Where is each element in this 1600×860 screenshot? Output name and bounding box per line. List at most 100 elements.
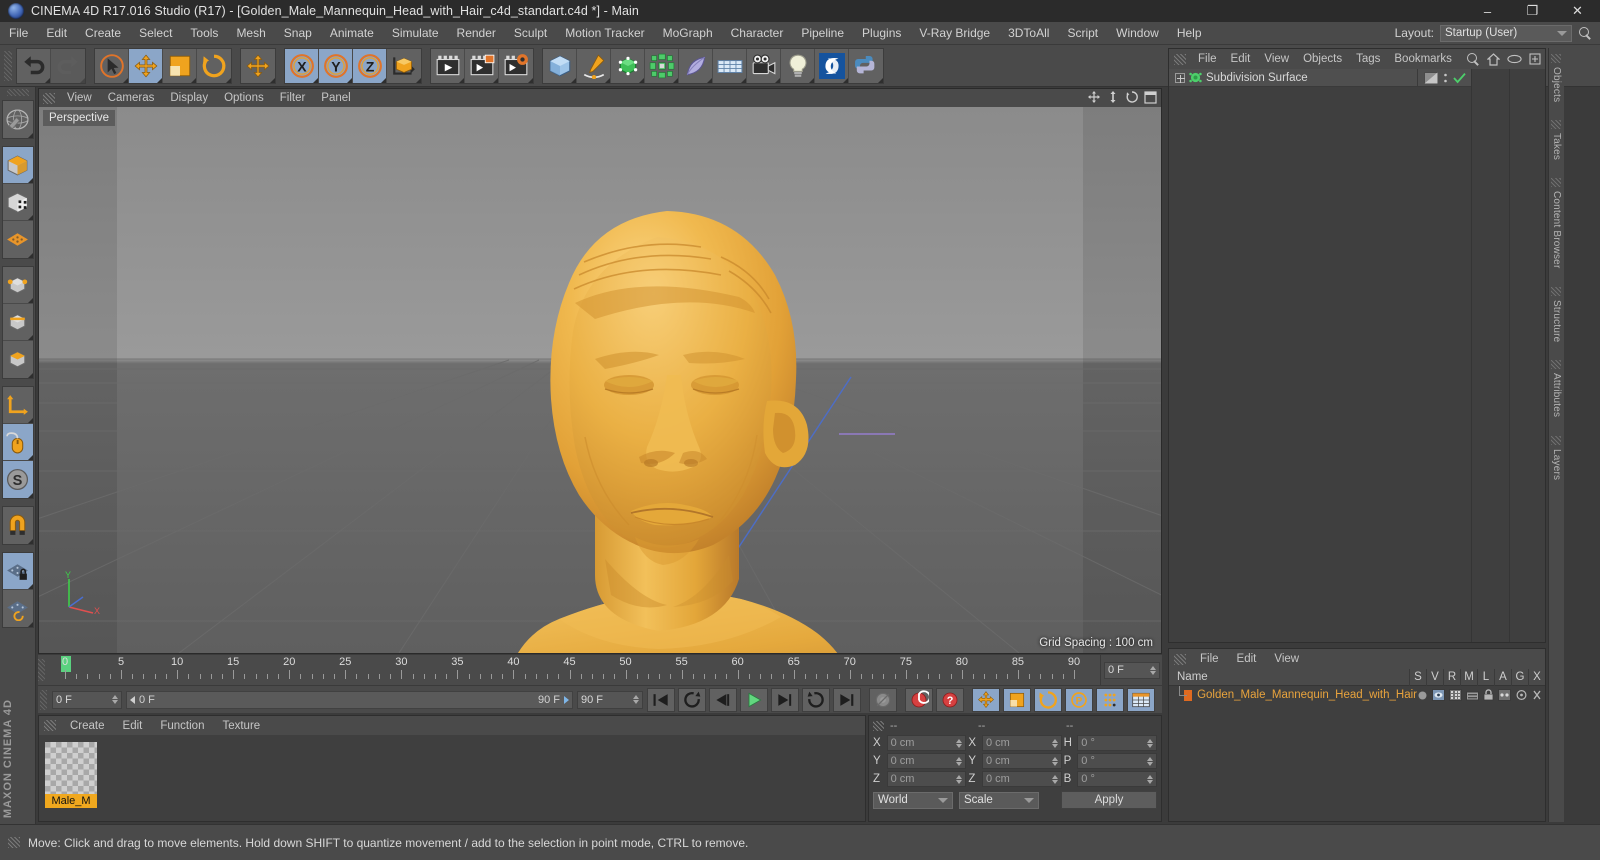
coordinate-value-field[interactable]: 0 cm xyxy=(886,753,967,769)
minimize-button[interactable]: – xyxy=(1465,0,1510,22)
lock-icon[interactable] xyxy=(1483,689,1494,701)
maximize-view-icon[interactable] xyxy=(1144,90,1157,104)
render-to-picture-viewer-button[interactable] xyxy=(465,48,499,83)
object-menu-edit[interactable]: Edit xyxy=(1224,53,1258,65)
coordinate-value-field[interactable]: 0 cm xyxy=(981,771,1062,787)
timeline-current-frame-field[interactable]: 0 F xyxy=(1104,661,1160,679)
dropdown-corner-icon[interactable] xyxy=(878,77,883,83)
column-header-s[interactable]: S xyxy=(1409,668,1426,686)
add-spline-button[interactable] xyxy=(577,48,611,83)
dock-tab-layers[interactable]: Layers xyxy=(1551,449,1562,480)
render-settings-button[interactable] xyxy=(499,48,533,83)
menu-mesh[interactable]: Mesh xyxy=(227,22,274,45)
coordinate-value-field[interactable]: 0 ° xyxy=(1077,771,1157,787)
timeline-toggle-button[interactable] xyxy=(1127,687,1155,712)
dropdown-corner-icon[interactable] xyxy=(809,77,814,83)
next-key-button[interactable] xyxy=(802,687,830,712)
select-tool[interactable] xyxy=(95,48,129,83)
coordinate-value-field[interactable]: 0 ° xyxy=(1077,753,1157,769)
menu-snap[interactable]: Snap xyxy=(275,22,321,45)
dropdown-corner-icon[interactable] xyxy=(605,77,610,83)
animation-icon[interactable] xyxy=(1498,689,1511,701)
edges-mode-button[interactable] xyxy=(2,304,33,341)
menu-plugins[interactable]: Plugins xyxy=(853,22,910,45)
layer-menu-file[interactable]: File xyxy=(1191,653,1228,665)
dock-tab-grip[interactable] xyxy=(1551,435,1561,445)
dropdown-corner-icon[interactable] xyxy=(123,77,128,83)
dropdown-corner-icon[interactable] xyxy=(27,215,33,220)
dropdown-corner-icon[interactable] xyxy=(191,77,196,83)
column-header-g[interactable]: G xyxy=(1511,668,1528,686)
dock-tab-grip[interactable] xyxy=(1551,360,1561,370)
add-light-button[interactable] xyxy=(781,48,815,83)
spinner-icon[interactable] xyxy=(1051,738,1058,748)
dock-tab-objects[interactable]: Objects xyxy=(1551,67,1562,102)
menu-script[interactable]: Script xyxy=(1058,22,1107,45)
dropdown-corner-icon[interactable] xyxy=(707,77,712,83)
menu-v-ray-bridge[interactable]: V-Ray Bridge xyxy=(910,22,999,45)
dock-tab-content-browser[interactable]: Content Browser xyxy=(1551,191,1562,268)
menu-character[interactable]: Character xyxy=(722,22,793,45)
dock-tab-grip[interactable] xyxy=(1551,120,1561,130)
add-bend-deformer-button[interactable] xyxy=(679,48,713,83)
spinner-icon[interactable] xyxy=(956,756,963,766)
rotate-view-icon[interactable] xyxy=(1125,90,1139,104)
menu-edit[interactable]: Edit xyxy=(37,22,76,45)
dropdown-corner-icon[interactable] xyxy=(27,493,33,498)
column-header-a[interactable]: A xyxy=(1494,668,1511,686)
add-camera-button[interactable] xyxy=(747,48,781,83)
render-view-button[interactable] xyxy=(431,48,465,83)
record-parameter-button[interactable] xyxy=(1096,687,1124,712)
make-editable-button[interactable] xyxy=(2,101,33,138)
object-menu-view[interactable]: View xyxy=(1257,53,1296,65)
dropdown-corner-icon[interactable] xyxy=(27,133,33,138)
menu-pipeline[interactable]: Pipeline xyxy=(792,22,853,45)
soft-selection-button[interactable]: S xyxy=(2,461,33,498)
spinner-icon[interactable] xyxy=(633,695,639,704)
frame-range-slider[interactable]: 0 F 90 F xyxy=(126,690,573,709)
deformer-icon[interactable] xyxy=(1532,689,1542,701)
layer-table-row[interactable]: Golden_Male_Mannequin_Head_with_Hair xyxy=(1169,686,1545,704)
range-right-arrow-icon[interactable] xyxy=(564,695,569,704)
menu-render[interactable]: Render xyxy=(448,22,505,45)
add-floor-button[interactable] xyxy=(713,48,747,83)
dropdown-corner-icon[interactable] xyxy=(27,298,33,303)
spinner-icon[interactable] xyxy=(1146,756,1153,766)
material-item[interactable]: Male_M xyxy=(45,742,97,808)
dropdown-corner-icon[interactable] xyxy=(80,77,85,83)
record-rotation-button[interactable] xyxy=(1034,687,1062,712)
dolly-icon[interactable] xyxy=(1106,90,1120,104)
dock-tab-grip[interactable] xyxy=(1551,286,1561,296)
search-icon[interactable] xyxy=(1466,52,1480,66)
previous-key-button[interactable] xyxy=(678,687,706,712)
menu-simulate[interactable]: Simulate xyxy=(383,22,448,45)
coordinate-system-button[interactable] xyxy=(387,48,421,83)
manager-icon[interactable] xyxy=(1466,689,1479,701)
column-header-r[interactable]: R xyxy=(1443,668,1460,686)
dropdown-corner-icon[interactable] xyxy=(27,455,33,460)
menu-motion-tracker[interactable]: Motion Tracker xyxy=(556,22,653,45)
dropdown-corner-icon[interactable] xyxy=(27,373,33,378)
dock-tab-grip[interactable] xyxy=(1551,54,1561,63)
solo-dot-icon[interactable] xyxy=(1417,690,1428,701)
coordinate-value-field[interactable]: 0 cm xyxy=(981,735,1062,751)
spinner-icon[interactable] xyxy=(112,695,118,704)
layout-select[interactable]: Startup (User) xyxy=(1440,24,1572,42)
dropdown-corner-icon[interactable] xyxy=(493,77,498,83)
lock-x-button[interactable]: X xyxy=(285,48,319,83)
menu-sculpt[interactable]: Sculpt xyxy=(505,22,556,45)
lock-z-button[interactable]: Z xyxy=(353,48,387,83)
record-pla-button[interactable]: P xyxy=(1065,687,1093,712)
dropdown-corner-icon[interactable] xyxy=(775,77,780,83)
viewport-menu-options[interactable]: Options xyxy=(216,89,272,107)
coordinates-grip[interactable] xyxy=(873,720,884,731)
dropdown-corner-icon[interactable] xyxy=(741,77,746,83)
go-to-end-button[interactable] xyxy=(833,687,861,712)
expand-icon[interactable] xyxy=(1529,53,1541,65)
dropdown-corner-icon[interactable] xyxy=(27,253,33,258)
material-menu-texture[interactable]: Texture xyxy=(213,720,269,732)
viewport-menu-panel[interactable]: Panel xyxy=(313,89,358,107)
viewport-3d-scene[interactable] xyxy=(39,107,1161,653)
coordinate-value-field[interactable]: 0 cm xyxy=(981,753,1062,769)
close-button[interactable]: ✕ xyxy=(1555,0,1600,22)
